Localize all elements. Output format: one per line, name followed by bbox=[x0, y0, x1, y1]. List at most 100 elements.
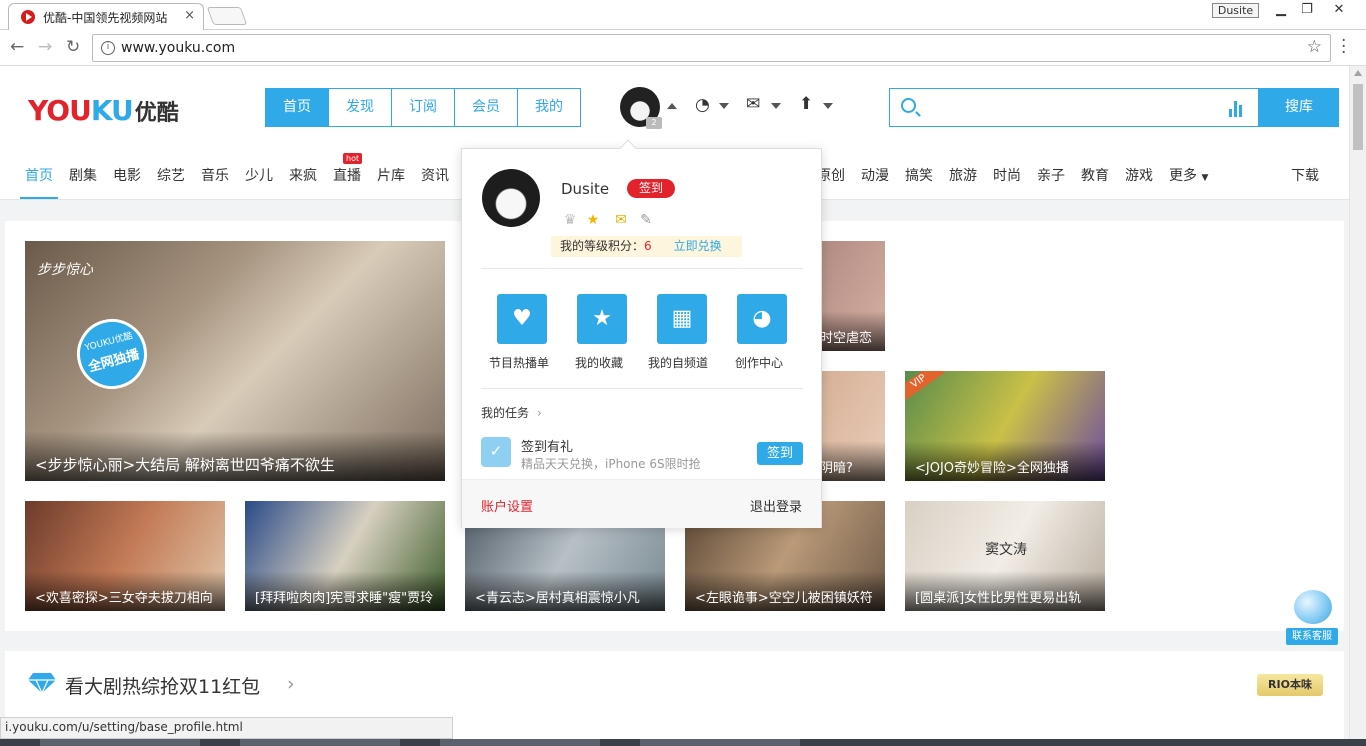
user-avatar[interactable]: 2 bbox=[620, 87, 662, 129]
task-title: 签到有礼 bbox=[521, 440, 574, 455]
info-icon[interactable]: i bbox=[101, 41, 115, 55]
hot-badge: hot bbox=[343, 153, 363, 164]
service-label: 联系客服 bbox=[1286, 628, 1338, 645]
chevron-down-icon bbox=[771, 103, 781, 109]
channel-movie[interactable]: 电影 bbox=[113, 165, 141, 185]
account-settings-link[interactable]: 账户设置 bbox=[481, 496, 533, 515]
channel-music[interactable]: 音乐 bbox=[201, 165, 229, 185]
channel-education[interactable]: 教育 bbox=[1081, 165, 1109, 185]
channel-library[interactable]: 片库 bbox=[377, 165, 405, 185]
channel-parenting[interactable]: 亲子 bbox=[1037, 165, 1065, 185]
back-icon[interactable]: ← bbox=[10, 37, 24, 57]
tab-title: 优酷-中国领先视频网站 bbox=[43, 11, 168, 25]
ranking-bars-icon[interactable] bbox=[1229, 99, 1242, 117]
channel-home[interactable]: 首页 bbox=[25, 165, 53, 185]
search-input[interactable] bbox=[889, 88, 1259, 127]
tile-label-playlist[interactable]: 节目热播单 bbox=[489, 354, 549, 371]
featured-video-thumbnail[interactable]: 步步惊心 YOUKU优酷 全网独播 <步步惊心丽>大结局 解树离世四爷痛不欲生 bbox=[25, 241, 445, 481]
nav-subscribe[interactable]: 订阅 bbox=[392, 89, 455, 126]
chevron-right-icon[interactable]: › bbox=[287, 673, 295, 695]
customer-service-widget[interactable]: 联系客服 bbox=[1286, 590, 1338, 646]
exchange-link[interactable]: 立即兑换 bbox=[674, 239, 722, 253]
tile-label-favorites[interactable]: 我的收藏 bbox=[575, 354, 623, 371]
dropdown-avatar[interactable] bbox=[482, 169, 540, 227]
dropdown-footer: 账户设置 退出登录 bbox=[462, 479, 821, 528]
channel-more[interactable]: 更多 ▼ bbox=[1169, 165, 1208, 185]
logout-link[interactable]: 退出登录 bbox=[750, 496, 802, 515]
channel-funny[interactable]: 搞笑 bbox=[905, 165, 933, 185]
search-icon bbox=[901, 98, 916, 113]
favorites-star-icon[interactable]: ★ bbox=[577, 294, 627, 344]
checkin-button[interactable]: 签到 bbox=[627, 179, 675, 198]
history-clock-icon[interactable]: ◔ bbox=[695, 95, 710, 115]
heart-tv-icon[interactable]: ♥ bbox=[497, 294, 547, 344]
browser-tab[interactable]: 优酷-中国领先视频网站 × bbox=[8, 3, 204, 30]
page-scrollbar[interactable] bbox=[1349, 66, 1366, 746]
channel-fashion[interactable]: 时尚 bbox=[993, 165, 1021, 185]
divider bbox=[481, 388, 803, 389]
browser-profile-badge[interactable]: Dusite bbox=[1212, 3, 1259, 18]
browser-menu-icon[interactable]: · · · bbox=[1341, 33, 1346, 62]
new-tab-button[interactable] bbox=[206, 7, 248, 25]
username[interactable]: Dusite bbox=[561, 180, 609, 198]
video-caption: <步步惊心丽>大结局 解树离世四爷痛不欲生 bbox=[25, 431, 445, 481]
reload-icon[interactable]: ↻ bbox=[66, 37, 80, 57]
minimize-icon[interactable]: ▁ bbox=[1268, 1, 1294, 19]
video-thumbnail[interactable]: 窦文涛 [圆桌派]女性比男性更易出轨 bbox=[905, 501, 1105, 611]
restore-icon[interactable]: ❐ bbox=[1294, 1, 1320, 19]
chevron-down-icon bbox=[719, 103, 729, 109]
tab-close-icon[interactable]: × bbox=[184, 8, 195, 23]
show-logo-text: 步步惊心 bbox=[37, 262, 93, 278]
bookmark-star-icon[interactable]: ☆ bbox=[1307, 37, 1322, 57]
browser-tabbar: 优酷-中国领先视频网站 × Dusite ▁ ❐ ✕ bbox=[0, 0, 1366, 30]
tile-label-creation[interactable]: 创作中心 bbox=[735, 354, 783, 371]
nav-mine[interactable]: 我的 bbox=[518, 89, 580, 126]
forward-icon[interactable]: → bbox=[38, 37, 52, 57]
poster-title-text: 窦文涛 bbox=[985, 542, 1027, 558]
nav-discover[interactable]: 发现 bbox=[329, 89, 392, 126]
channel-laifeng[interactable]: 来疯 bbox=[289, 165, 317, 185]
channel-travel[interactable]: 旅游 bbox=[949, 165, 977, 185]
channel-games[interactable]: 游戏 bbox=[1125, 165, 1153, 185]
nav-home[interactable]: 首页 bbox=[266, 89, 329, 126]
channel-live[interactable]: 直播 bbox=[333, 165, 361, 185]
upload-icon[interactable]: ⬆ bbox=[799, 94, 813, 114]
video-thumbnail[interactable]: VIP <JOJO奇妙冒险>全网独播 bbox=[905, 371, 1105, 481]
channel-grid-icon[interactable]: ▦ bbox=[657, 294, 707, 344]
channel-drama[interactable]: 剧集 bbox=[69, 165, 97, 185]
creation-bird-icon[interactable]: ◕ bbox=[737, 294, 787, 344]
task-description: 精品天天兑换，iPhone 6S限时抢 bbox=[521, 457, 701, 471]
video-thumbnail[interactable]: <欢喜密探>三女夺夫拔刀相向 bbox=[25, 501, 225, 611]
search-button[interactable]: 搜库 bbox=[1259, 88, 1339, 127]
scroll-up-icon[interactable] bbox=[1354, 70, 1362, 76]
channel-variety[interactable]: 综艺 bbox=[157, 165, 185, 185]
task-checkin-button[interactable]: 签到 bbox=[757, 442, 803, 465]
url-text: www.youku.com bbox=[121, 40, 236, 56]
channel-news[interactable]: 资讯 bbox=[421, 165, 449, 185]
video-thumbnail[interactable]: [拜拜啦肉肉]宪哥求睡"瘦"贾玲 bbox=[245, 501, 445, 611]
download-link[interactable]: 下载 bbox=[1291, 165, 1319, 185]
avatar-level-badge: 2 bbox=[646, 117, 662, 129]
mail-verified-icon[interactable]: ✉ bbox=[612, 211, 630, 229]
video-caption: [圆桌派]女性比男性更易出轨 bbox=[905, 571, 1105, 611]
edit-note-icon[interactable]: ✎ bbox=[637, 211, 655, 229]
points-value: 6 bbox=[644, 239, 652, 253]
channel-anime[interactable]: 动漫 bbox=[861, 165, 889, 185]
scrollbar-thumb[interactable] bbox=[1353, 84, 1363, 150]
close-window-icon[interactable]: ✕ bbox=[1326, 1, 1352, 19]
url-input[interactable]: i www.youku.com ☆ bbox=[92, 34, 1331, 62]
sponsor-logo[interactable]: RIO本味 bbox=[1257, 674, 1323, 696]
video-caption: <欢喜密探>三女夺夫拔刀相向 bbox=[25, 571, 225, 611]
mail-icon[interactable]: ✉ bbox=[746, 94, 760, 114]
youku-logo[interactable]: YOUKU优酷 bbox=[28, 94, 179, 127]
nav-vip[interactable]: 会员 bbox=[455, 89, 518, 126]
chevron-right-icon: › bbox=[537, 406, 542, 420]
section-title[interactable]: 看大剧热综抢双11红包 bbox=[65, 672, 260, 699]
vip-star-icon[interactable]: ★ bbox=[584, 211, 602, 229]
os-taskbar bbox=[0, 739, 1366, 746]
my-tasks-link[interactable]: 我的任务 › bbox=[481, 404, 542, 421]
channel-kids[interactable]: 少儿 bbox=[245, 165, 273, 185]
video-caption: [拜拜啦肉肉]宪哥求睡"瘦"贾玲 bbox=[245, 571, 445, 611]
level-medal-icon[interactable]: ♛ bbox=[561, 211, 579, 229]
tile-label-my-channel[interactable]: 我的自频道 bbox=[648, 354, 708, 371]
